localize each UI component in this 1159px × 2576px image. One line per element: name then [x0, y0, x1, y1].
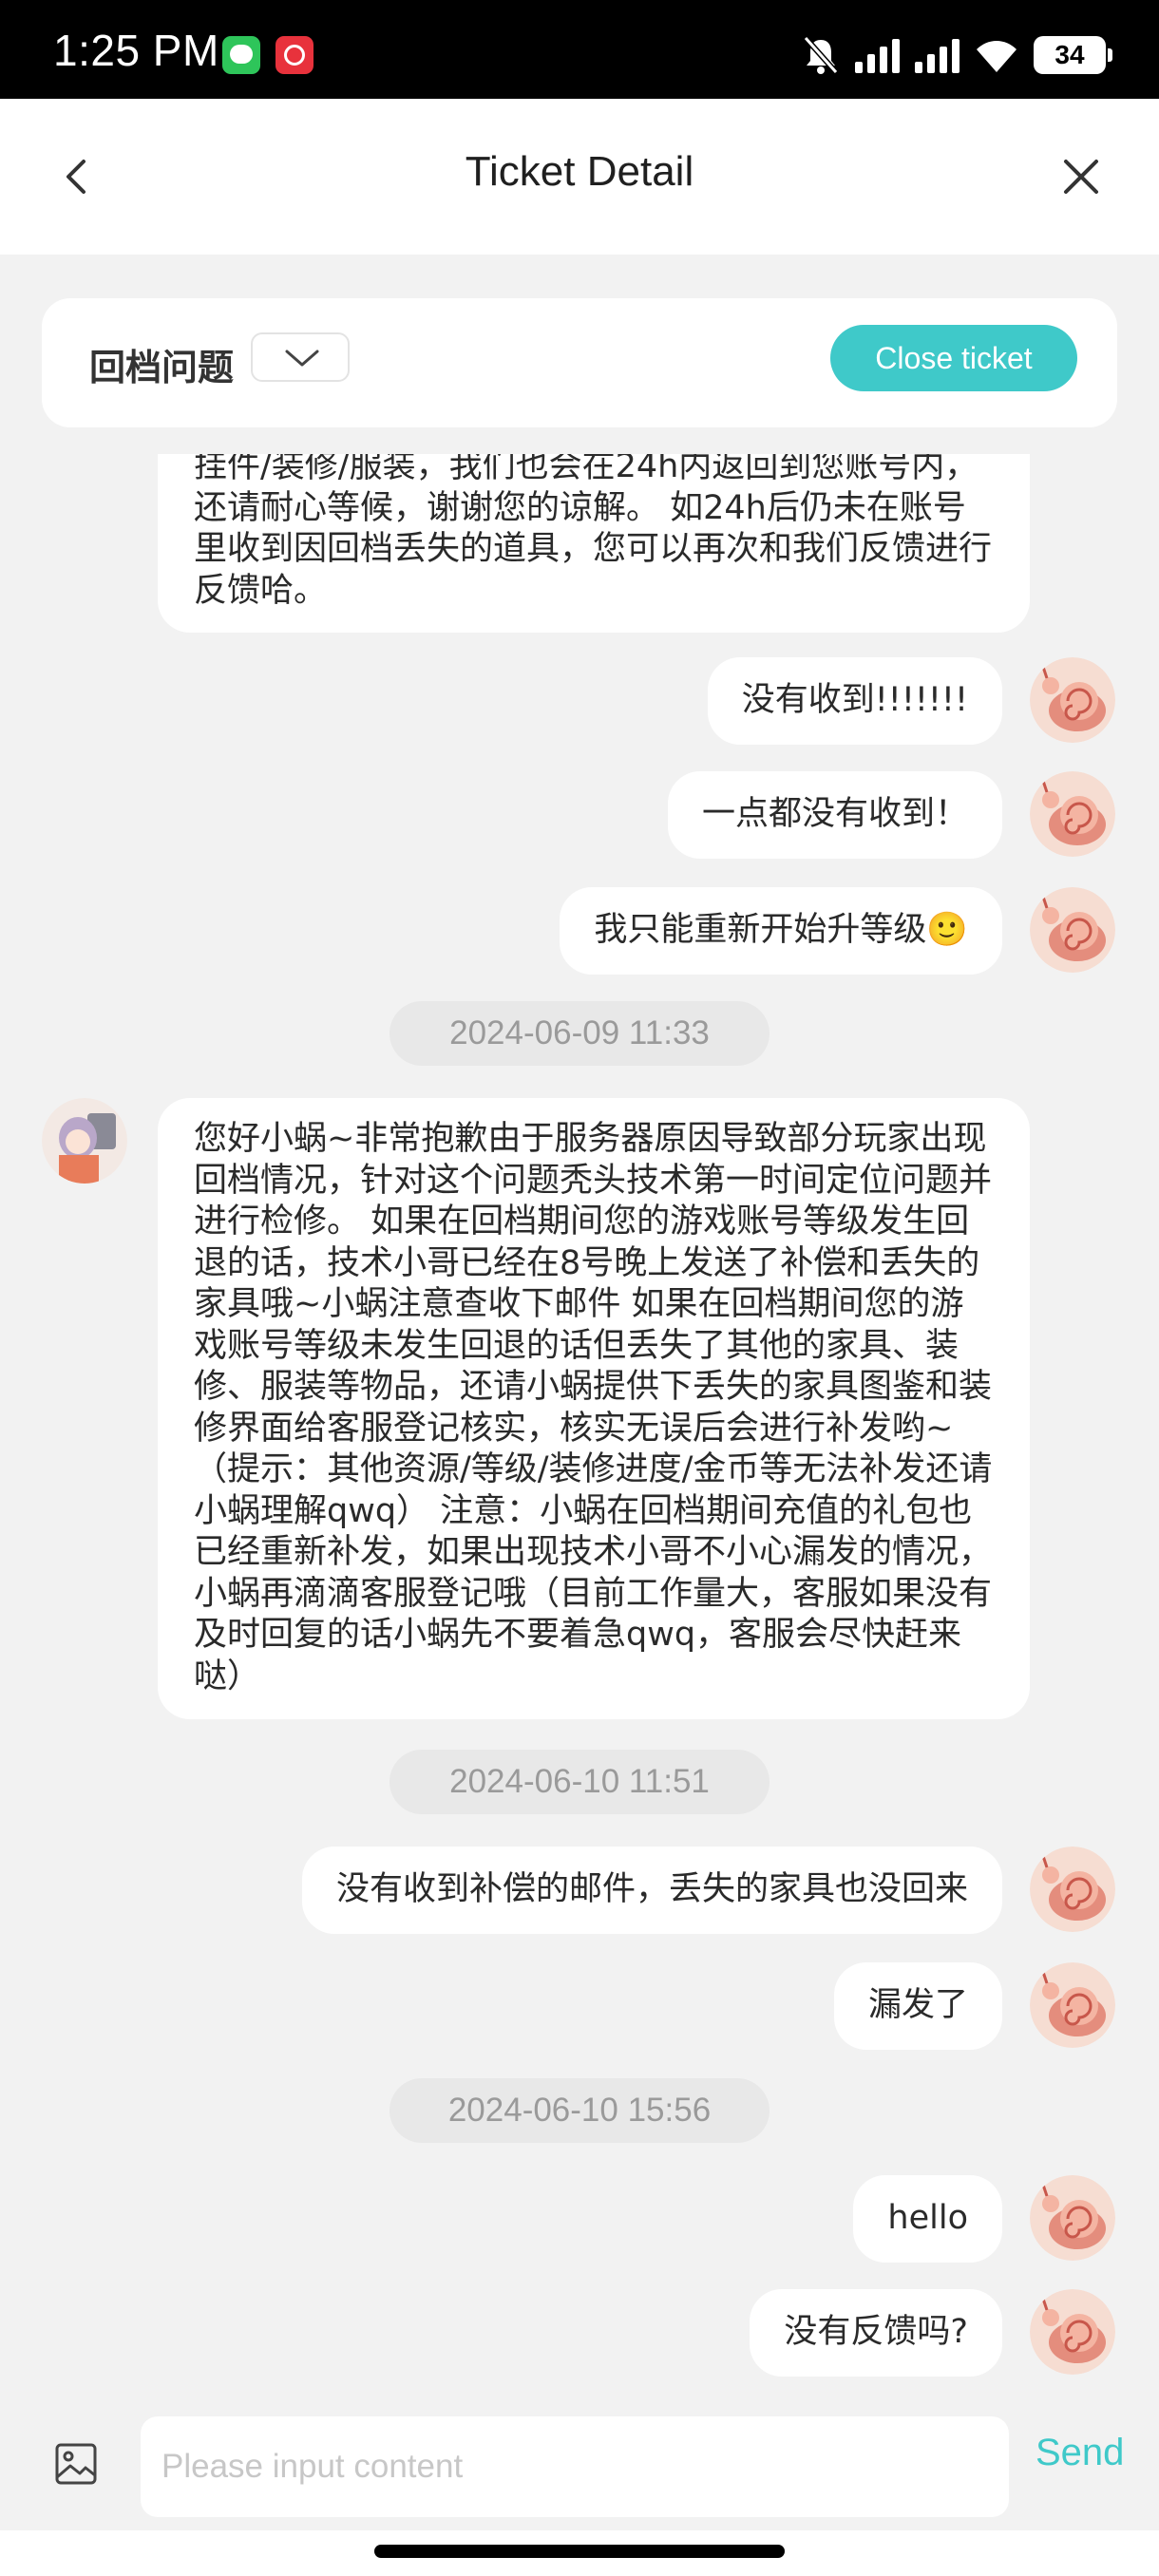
outgoing-message: 一点都没有收到！	[667, 771, 1002, 859]
page-title: Ticket Detail	[465, 148, 694, 195]
image-icon[interactable]	[53, 2441, 99, 2487]
user-avatar[interactable]	[1030, 887, 1115, 973]
signal-icon	[855, 37, 900, 73]
support-avatar[interactable]	[42, 1098, 127, 1184]
home-indicator[interactable]	[374, 2545, 785, 2558]
user-avatar[interactable]	[1030, 1962, 1115, 2048]
category-dropdown[interactable]	[251, 332, 350, 382]
send-button[interactable]: Send	[1036, 2432, 1124, 2474]
status-bar: 1:25 PM 34	[0, 0, 1159, 99]
chat-area[interactable]: 挂件/装修/服装，我们也会在24h内返回到您账号内，还请耐心等候，谢谢您的谅解。…	[0, 454, 1159, 2401]
wifi-icon	[977, 41, 1016, 72]
user-avatar[interactable]	[1030, 1847, 1115, 1932]
user-avatar[interactable]	[1030, 2175, 1115, 2261]
incoming-message: 您好小蜗~非常抱歉由于服务器原因导致部分玩家出现回档情况，针对这个问题秃头技术第…	[158, 1098, 1030, 1719]
user-avatar[interactable]	[1030, 2289, 1115, 2375]
status-indicators: 34	[802, 32, 1112, 78]
mute-icon	[803, 36, 839, 74]
user-avatar[interactable]	[1030, 771, 1115, 857]
outgoing-message: 我只能重新开始升等级🙂	[560, 887, 1002, 975]
signal-icon	[915, 37, 960, 73]
outgoing-message: 漏发了	[833, 1962, 1002, 2050]
ticket-category-card: 回档问题 Close ticket	[42, 298, 1117, 427]
status-time: 1:25 PM	[53, 26, 219, 75]
messages-app-icon	[222, 36, 260, 74]
close-icon[interactable]	[1060, 156, 1102, 198]
timestamp: 2024-06-10 15:56	[390, 2078, 770, 2143]
user-avatar[interactable]	[1030, 657, 1115, 743]
incoming-message: 挂件/装修/服装，我们也会在24h内返回到您账号内，还请耐心等候，谢谢您的谅解。…	[158, 454, 1030, 633]
timestamp: 2024-06-09 11:33	[390, 1001, 770, 1066]
chevron-down-icon	[285, 350, 319, 367]
battery-icon: 34	[1034, 36, 1112, 74]
message-input[interactable]	[141, 2416, 1009, 2517]
close-ticket-button[interactable]: Close ticket	[830, 325, 1077, 391]
app-header: Ticket Detail	[0, 99, 1159, 255]
ticket-category-label: 回档问题	[89, 347, 235, 388]
music-app-icon	[276, 36, 314, 74]
outgoing-message: 没有收到!!!!!!!	[707, 657, 1002, 745]
message-composer: Send	[0, 2401, 1159, 2530]
outgoing-message: 没有反馈吗?	[750, 2289, 1002, 2377]
timestamp: 2024-06-10 11:51	[390, 1750, 770, 1814]
outgoing-message: hello	[853, 2175, 1002, 2263]
outgoing-message: 没有收到补偿的邮件，丢失的家具也没回来	[301, 1847, 1002, 1934]
